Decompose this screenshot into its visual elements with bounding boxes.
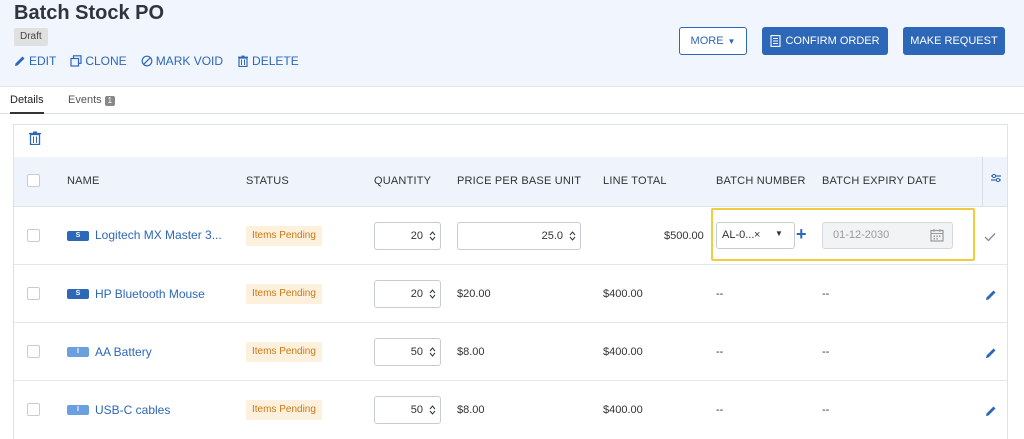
select-all-checkbox[interactable] [27,174,40,187]
trash-icon [238,55,249,67]
row-divider [14,322,1007,323]
quantity-stepper[interactable]: 50 [374,396,441,424]
status-badge: Items Pending [246,342,322,362]
column-header-name[interactable]: NAME [67,175,100,187]
row-checkbox[interactable] [27,229,40,242]
quantity-value: 50 [410,346,423,358]
line-total: $400.00 [603,404,643,416]
price-per-unit: $8.00 [457,404,485,416]
spinner-arrows-icon[interactable] [429,288,436,300]
column-header-batch-expiry[interactable]: BATCH EXPIRY DATE [822,175,936,187]
column-settings-icon[interactable] [990,172,1002,184]
spinner-arrows-icon[interactable] [569,230,576,242]
column-header-status[interactable]: STATUS [246,175,289,187]
add-batch-button[interactable]: + [796,224,807,245]
row-divider [14,264,1007,265]
confirm-order-label: CONFIRM ORDER [785,35,880,47]
events-count-badge: 1 [104,95,116,106]
action-bar: EDIT CLONE MARK VOID DELETE [14,54,299,68]
make-request-label: MAKE REQUEST [910,35,998,47]
row-checkbox[interactable] [27,403,40,416]
quantity-value: 20 [410,288,423,300]
status-badge: Items Pending [246,284,322,304]
batch-number: -- [716,404,724,416]
item-name-link[interactable]: HP Bluetooth Mouse [95,287,205,301]
item-name-link[interactable]: Logitech MX Master 3... [95,228,222,242]
document-icon [770,35,781,47]
page-header: Batch Stock PO Draft EDIT CLONE MARK VOI… [0,0,1024,87]
clone-action[interactable]: CLONE [70,54,127,68]
quantity-value: 20 [410,230,423,242]
line-total: $400.00 [603,288,643,300]
tab-events-label: Events [68,94,102,106]
batch-expiry-date: -- [822,346,830,358]
price-input[interactable]: 25.0 [457,222,581,250]
batch-number: -- [716,346,724,358]
line-total: $500.00 [664,230,704,242]
column-header-batch-number[interactable]: BATCH NUMBER [716,175,806,187]
caret-down-icon: ▼ [727,36,736,46]
mark-void-action[interactable]: MARK VOID [141,54,223,68]
price-value: 25.0 [541,230,563,242]
price-per-unit: $20.00 [457,288,491,300]
quantity-stepper[interactable]: 50 [374,338,441,366]
calendar-icon[interactable] [930,228,944,242]
spinner-arrows-icon[interactable] [429,230,436,242]
tab-bar: Details Events 1 [0,87,1024,114]
column-header-quantity[interactable]: QUANTITY [374,175,431,187]
tab-details[interactable]: Details [10,87,44,114]
status-badge: Draft [14,28,48,46]
price-per-unit: $8.00 [457,346,485,358]
item-name-link[interactable]: USB-C cables [95,403,170,417]
spinner-arrows-icon[interactable] [429,346,436,358]
clear-icon[interactable]: × [754,229,760,241]
edit-row-icon[interactable] [985,289,997,301]
quantity-stepper[interactable]: 20 [374,222,441,250]
void-icon [141,55,153,67]
item-type-tag: S [67,289,89,299]
more-button[interactable]: MORE ▼ [679,27,747,55]
trash-icon[interactable] [28,131,42,145]
delete-action[interactable]: DELETE [237,54,299,68]
row-divider [14,380,1007,381]
row-checkbox[interactable] [27,287,40,300]
make-request-button[interactable]: MAKE REQUEST [903,27,1005,55]
tab-events[interactable]: Events 1 [68,87,116,114]
tab-details-label: Details [10,94,44,106]
copy-icon [70,55,82,67]
batch-expiry-value: 01-12-2030 [833,229,890,241]
edit-action[interactable]: EDIT [14,54,56,68]
batch-expiry-date: -- [822,404,830,416]
row-checkbox[interactable] [27,345,40,358]
column-header-line-total[interactable]: LINE TOTAL [603,175,667,187]
edit-label: EDIT [29,54,57,68]
pencil-icon [15,56,25,66]
quantity-stepper[interactable]: 20 [374,280,441,308]
spinner-arrows-icon[interactable] [429,404,436,416]
mark-void-label: MARK VOID [155,54,224,68]
delete-label: DELETE [252,54,299,68]
batch-number: -- [716,288,724,300]
status-badge: Items Pending [246,400,322,420]
edit-row-icon[interactable] [985,347,997,359]
more-label: MORE [690,35,724,47]
checkmark-icon[interactable] [984,232,996,242]
clone-label: CLONE [85,54,127,68]
caret-down-icon[interactable]: ▼ [775,229,783,238]
item-type-tag: S [67,231,89,241]
confirm-order-button[interactable]: CONFIRM ORDER [762,27,888,55]
page-title: Batch Stock PO [14,2,165,24]
edit-row-icon[interactable] [985,405,997,417]
quantity-value: 50 [410,404,423,416]
item-name-link[interactable]: AA Battery [95,345,152,359]
column-header-price[interactable]: PRICE PER BASE UNIT [457,175,581,187]
batch-expiry-date: -- [822,288,830,300]
status-badge: Items Pending [246,226,322,246]
column-divider [982,157,983,207]
line-total: $400.00 [603,346,643,358]
batch-number-value: AL-0... [722,229,755,241]
item-type-tag: I [67,347,89,357]
item-type-tag: I [67,405,89,415]
